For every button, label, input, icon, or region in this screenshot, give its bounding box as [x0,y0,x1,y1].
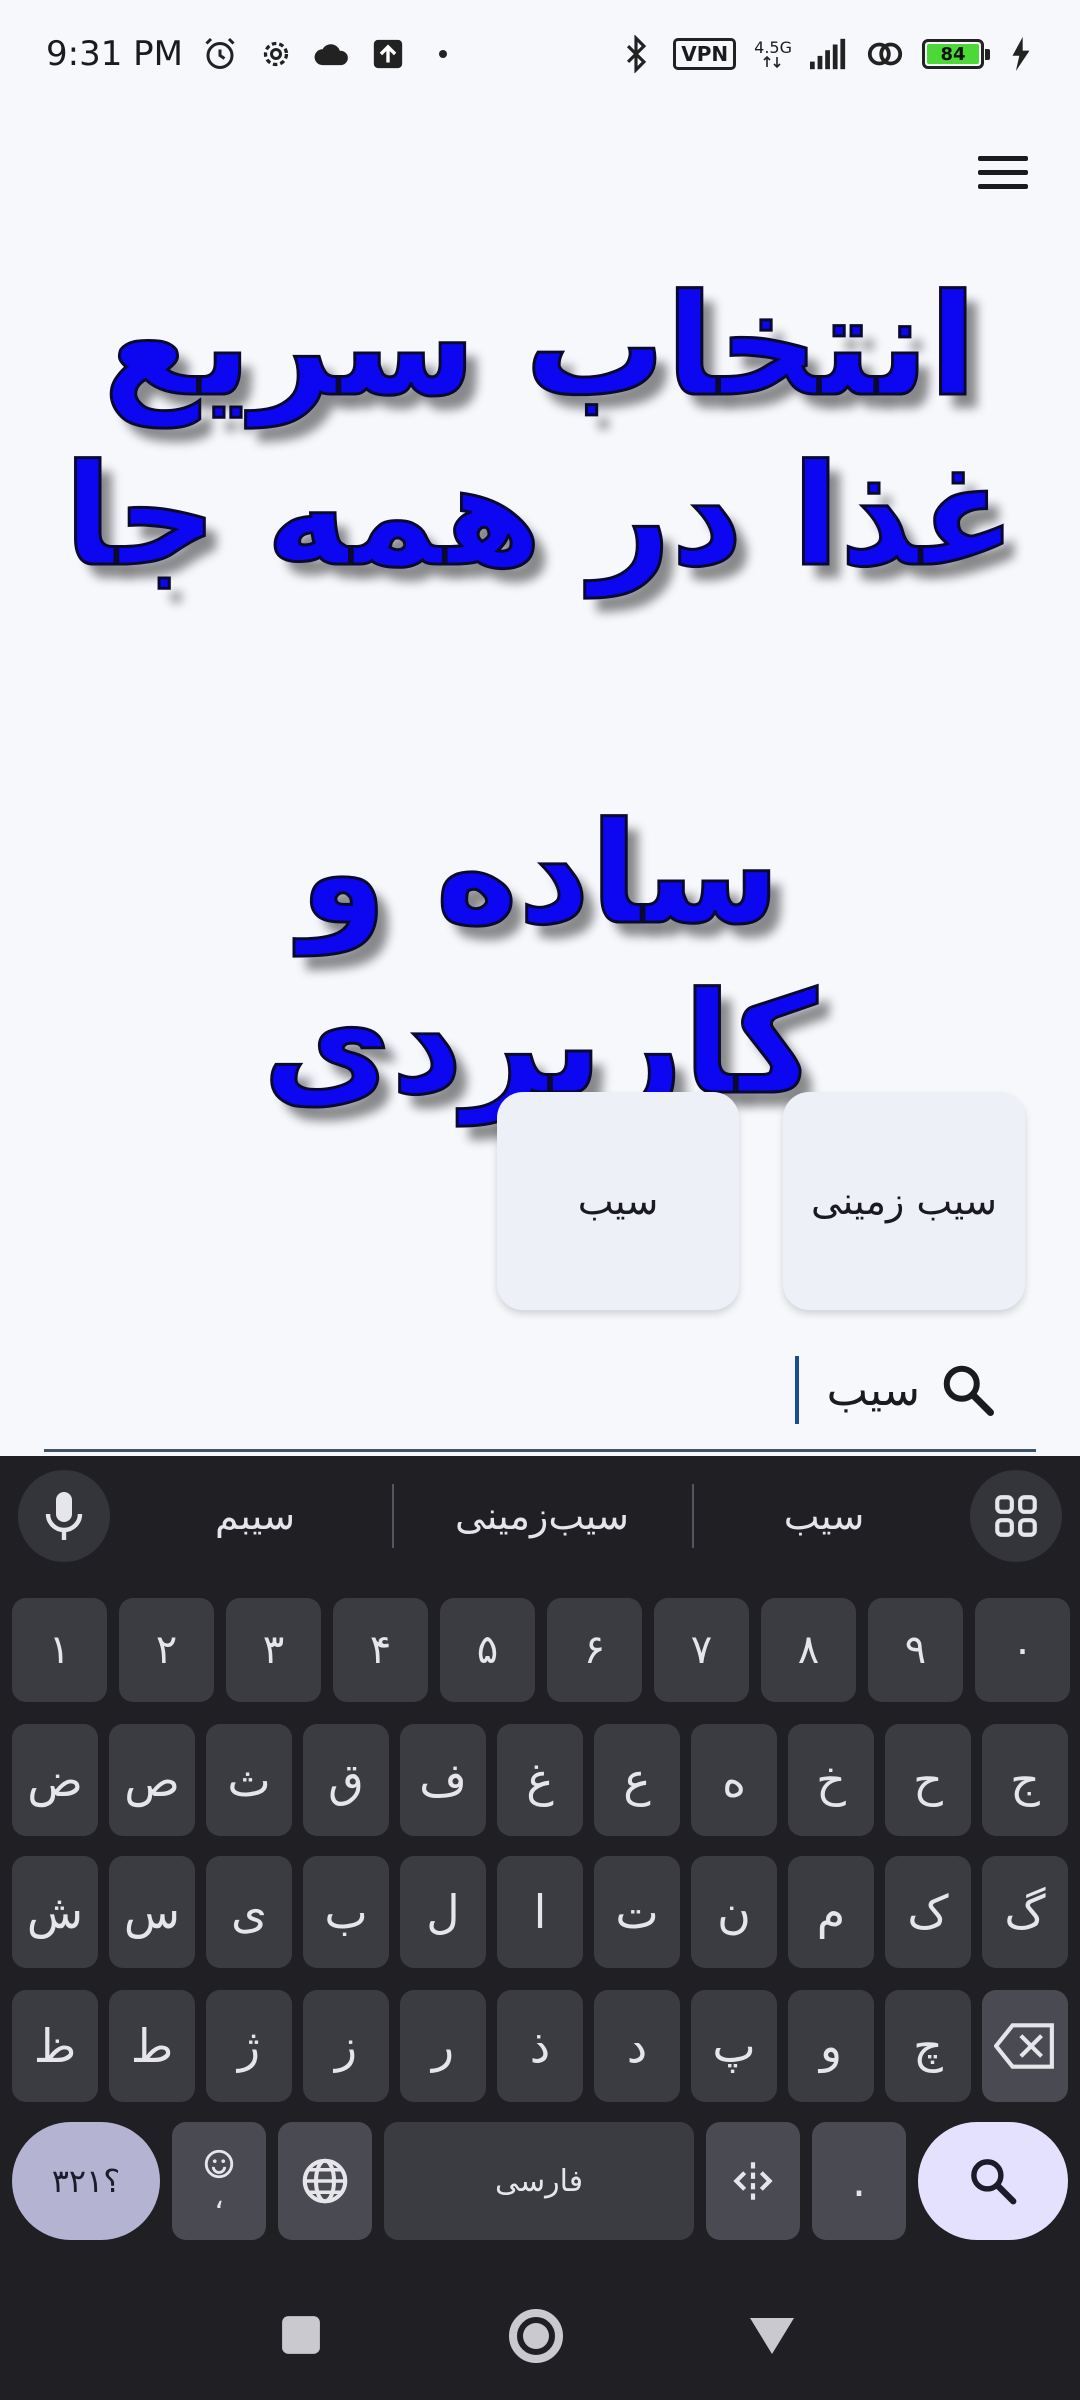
digit-key[interactable]: ۶ [547,1598,642,1702]
backspace-icon[interactable] [982,1990,1068,2102]
hamburger-menu-icon[interactable] [966,142,1040,202]
digit-key[interactable]: ۴ [333,1598,428,1702]
status-time: 9:31 PM [46,34,183,74]
headline-top: انتخاب سریع غذا در همه جا [0,262,1080,602]
suggestion-divider [692,1484,694,1548]
home-icon[interactable] [508,2308,564,2368]
letter-key[interactable]: پ [691,1990,777,2102]
letter-key[interactable]: ب [303,1856,389,1968]
letter-key[interactable]: گ [982,1856,1068,1968]
digit-key[interactable]: ۱ [12,1598,107,1702]
letter-key[interactable]: ی [206,1856,292,1968]
letter-key[interactable]: ث [206,1724,292,1836]
letter-key[interactable]: غ [497,1724,583,1836]
letter-key[interactable]: ن [691,1856,777,1968]
search-enter-icon [971,2159,1017,2205]
cursor-move-icon[interactable] [706,2122,800,2240]
letter-key[interactable]: ل [400,1856,486,1968]
period-label: . [852,2155,866,2207]
result-card-potato[interactable]: سیب زمینی [783,1092,1025,1310]
comma-label: ، [214,2180,224,2216]
soft-keyboard: سیب سیب‌زمینی سیبم ۰۹۸۷۶۵۴۳۲۱جحخهعغفقثصض… [0,1456,1080,2400]
result-card-apple[interactable]: سیب [497,1092,739,1310]
letter-key[interactable]: ف [400,1724,486,1836]
globe-icon[interactable] [278,2122,372,2240]
network-label: 4.5G [754,40,792,68]
navigation-bar [0,2270,1080,2400]
headline-line-2: غذا در همه جا [62,434,1017,600]
bluetooth-icon [617,35,655,73]
network-type: 4.5G [754,38,792,57]
symbols-key[interactable]: ؟۳۲۱ [12,2122,160,2240]
letter-key[interactable]: ض [12,1724,98,1836]
suggestion-1[interactable]: سیب [694,1478,954,1554]
letter-key[interactable]: ق [303,1724,389,1836]
recents-icon[interactable] [280,2314,322,2360]
battery-indicator: 84 [922,39,990,69]
letter-key[interactable]: و [788,1990,874,2102]
notification-dot [439,50,447,58]
letter-key[interactable]: ش [12,1856,98,1968]
letter-key[interactable]: چ [885,1990,971,2102]
headline-line-3: ساده و کاربردی [261,792,818,1128]
letter-key[interactable]: ک [885,1856,971,1968]
emoji-icon [204,2149,234,2178]
cloud-icon [313,35,351,73]
headline-line-1: انتخاب سریع [102,264,979,430]
letter-key[interactable]: ا [497,1856,583,1968]
vpn-badge: VPN [673,38,737,70]
letter-key[interactable]: ژ [206,1990,292,2102]
letter-key[interactable]: د [594,1990,680,2102]
upload-icon [369,35,407,73]
digit-key[interactable]: ۲ [119,1598,214,1702]
digit-key[interactable]: ۹ [868,1598,963,1702]
text-cursor [795,1356,799,1424]
back-icon[interactable] [748,2316,796,2360]
letter-key[interactable]: ع [594,1724,680,1836]
letter-key[interactable]: خ [788,1724,874,1836]
alarm-icon [201,35,239,73]
letter-key[interactable]: ز [303,1990,389,2102]
digit-key[interactable]: ۵ [440,1598,535,1702]
search-icon[interactable] [938,1360,998,1420]
space-key[interactable]: فارسی [384,2122,694,2240]
letter-key[interactable]: ه [691,1724,777,1836]
letter-key[interactable]: م [788,1856,874,1968]
digit-key[interactable]: ۷ [654,1598,749,1702]
suggestion-divider [392,1484,394,1548]
letter-key[interactable]: ت [594,1856,680,1968]
link-icon [866,35,904,73]
letter-key[interactable]: ط [109,1990,195,2102]
apps-grid-icon[interactable] [970,1470,1062,1562]
letter-key[interactable]: ح [885,1724,971,1836]
battery-level: 84 [927,44,979,65]
digit-key[interactable]: ۸ [761,1598,856,1702]
settings-icon [257,35,295,73]
search-input[interactable] [790,1352,920,1428]
suggestion-3[interactable]: سیبم [120,1478,390,1554]
period-key[interactable]: . [812,2122,906,2240]
letter-key[interactable]: س [109,1856,195,1968]
search-enter-key[interactable] [918,2122,1068,2240]
suggestion-bar: سیب سیب‌زمینی سیبم [0,1456,1080,1576]
digit-key[interactable]: ۰ [975,1598,1070,1702]
microphone-icon[interactable] [18,1470,110,1562]
suggestion-2[interactable]: سیب‌زمینی [394,1478,690,1554]
emoji-key[interactable]: ، [172,2122,266,2240]
charging-icon [1002,35,1040,73]
letter-key[interactable]: ظ [12,1990,98,2102]
digit-key[interactable]: ۳ [226,1598,321,1702]
letter-key[interactable]: ذ [497,1990,583,2102]
letter-key[interactable]: ر [400,1990,486,2102]
signal-icon [810,35,848,73]
status-bar: 9:31 PM VPN 4.5G 84 [0,0,1080,108]
letter-key[interactable]: ص [109,1724,195,1836]
letter-key[interactable]: ج [982,1724,1068,1836]
